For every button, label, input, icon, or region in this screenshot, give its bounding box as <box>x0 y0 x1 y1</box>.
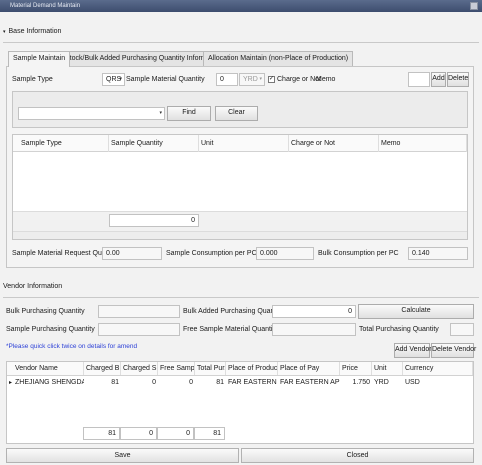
close-button[interactable]: Closed <box>241 448 474 463</box>
sample-purchasing-label: Sample Purchasing Quantity <box>6 326 95 333</box>
window-titlebar: Material Demand Maintain <box>0 0 482 12</box>
sample-col-quantity[interactable]: Sample Quantity <box>109 135 199 152</box>
sample-type-label: Sample Type <box>12 76 53 83</box>
vendor-info-divider <box>3 297 479 298</box>
sample-qty-total: 0 <box>109 214 199 227</box>
place-pay-cell: FAR EASTERN APPAR... <box>280 379 340 386</box>
charged-s-cell: 0 <box>152 379 156 386</box>
charge-checkbox[interactable]: ✓ <box>268 76 275 83</box>
charged-b-total: 81 <box>83 427 120 440</box>
chevron-down-icon: ▾ <box>259 76 262 82</box>
sample-col-charge[interactable]: Charge or Not <box>289 135 379 152</box>
table-row[interactable]: ▸ ZHEJIANG SHENGDAN... 81 0 0 81 FAR EAS… <box>7 377 473 389</box>
total-purchasing-field <box>450 323 474 336</box>
vendor-info-title: Vendor Information <box>3 283 63 290</box>
vendor-col-place-production[interactable]: Place of Producti... <box>226 362 278 375</box>
save-button[interactable]: Save <box>6 448 239 463</box>
place-production-cell: FAR EASTERN AP... <box>228 379 278 386</box>
charge-label: Charge or Not <box>277 76 321 83</box>
total-purchase-total: 81 <box>194 427 225 440</box>
unit-cell: YRD <box>374 379 389 386</box>
base-info-title: Base Information <box>8 28 62 35</box>
total-purchasing-label: Total Purchasing Quantity <box>359 326 439 333</box>
memo-input[interactable] <box>408 72 430 87</box>
sample-col-unit[interactable]: Unit <box>199 135 289 152</box>
free-sample-label: Free Sample Material Quantity <box>183 326 278 333</box>
vendor-col-currency[interactable]: Currency <box>403 362 473 375</box>
consumption-label: Sample Consumption per PC <box>166 250 257 257</box>
find-button[interactable]: Find <box>167 106 211 121</box>
bulk-purchasing-field <box>98 305 180 318</box>
vendor-col-free-sample[interactable]: Free Sampl... <box>158 362 195 375</box>
add-vendor-button[interactable]: Add Vendor <box>394 343 432 358</box>
vendor-col-place-pay[interactable]: Place of Pay <box>278 362 340 375</box>
unit-select[interactable]: YRD ▾ <box>239 73 265 86</box>
request-qty-field: 0.00 <box>102 247 162 260</box>
collapse-caret-icon: ▾ <box>3 29 6 35</box>
window-title: Material Demand Maintain <box>10 3 81 9</box>
base-info-header[interactable]: ▾ Base Information <box>3 28 61 35</box>
clear-button[interactable]: Clear <box>215 106 258 121</box>
tab-allocation-maintain[interactable]: Allocation Maintain (non-Place of Produc… <box>203 51 354 66</box>
vendor-col-total[interactable]: Total Pur... <box>195 362 226 375</box>
base-info-divider <box>3 42 479 43</box>
bulk-added-field[interactable]: 0 <box>272 305 356 318</box>
amend-note: *Please quick click twice on details for… <box>6 343 138 350</box>
unit-value: YRD <box>243 76 258 83</box>
vendor-col-charged-b[interactable]: Charged B... <box>84 362 121 375</box>
bulk-consumption-label: Bulk Consumption per PC <box>318 250 399 257</box>
vendor-name-cell: ZHEJIANG SHENGDAN... <box>15 379 84 386</box>
consumption-field: 0.000 <box>256 247 314 260</box>
tab-stock-bulk-added[interactable]: Stock/Bulk Added Purchasing Quantity Inf… <box>60 51 227 66</box>
sample-grid[interactable]: Sample Type Sample Quantity Unit Charge … <box>12 134 468 240</box>
calculate-button[interactable]: Calculate <box>358 304 474 319</box>
free-sample-total: 0 <box>157 427 194 440</box>
sample-grid-header: Sample Type Sample Quantity Unit Charge … <box>13 135 467 152</box>
sample-material-qty-label: Sample Material Quantity <box>126 76 205 83</box>
sample-material-qty-input[interactable]: 0 <box>216 73 238 86</box>
vendor-info-header[interactable]: Vendor Information <box>3 283 62 290</box>
chevron-down-icon: ▾ <box>119 76 122 82</box>
sample-grid-scrollbar[interactable] <box>13 231 467 239</box>
sample-purchasing-field <box>98 323 180 336</box>
bulk-added-label: Bulk Added Purchasing Quantity <box>183 308 284 315</box>
window-close-button[interactable] <box>470 2 478 10</box>
free-sample-field <box>272 323 356 336</box>
tab-sample-maintain[interactable]: Sample Maintain <box>8 51 71 67</box>
charged-s-total: 0 <box>120 427 157 440</box>
delete-vendor-button[interactable]: Delete Vendor <box>431 343 476 358</box>
bulk-purchasing-label: Bulk Purchasing Quantity <box>6 308 85 315</box>
chevron-down-icon: ▾ <box>159 110 162 116</box>
price-cell: 1.750 <box>352 379 370 386</box>
memo-label: Memo <box>316 76 336 83</box>
free-sample-cell: 0 <box>189 379 193 386</box>
vendor-col-unit[interactable]: Unit <box>372 362 403 375</box>
vendor-col-charged-s[interactable]: Charged S... <box>121 362 158 375</box>
delete-button[interactable]: Delete <box>447 72 469 87</box>
vendor-col-price[interactable]: Price <box>340 362 372 375</box>
sample-type-select[interactable]: QRS ▾ <box>102 73 125 86</box>
sample-col-memo[interactable]: Memo <box>379 135 467 152</box>
add-button[interactable]: Add <box>431 72 446 87</box>
vendor-col-name[interactable]: Vendor Name <box>7 362 84 375</box>
vendor-grid[interactable]: Vendor Name Charged B... Charged S... Fr… <box>6 361 474 444</box>
bulk-consumption-field: 0.140 <box>408 247 468 260</box>
sample-col-type[interactable]: Sample Type <box>13 135 109 152</box>
vendor-grid-header: Vendor Name Charged B... Charged S... Fr… <box>7 362 473 376</box>
currency-cell: USD <box>405 379 420 386</box>
total-cell: 81 <box>216 379 224 386</box>
charged-b-cell: 81 <box>111 379 119 386</box>
filter-select[interactable]: ▾ <box>18 107 165 120</box>
